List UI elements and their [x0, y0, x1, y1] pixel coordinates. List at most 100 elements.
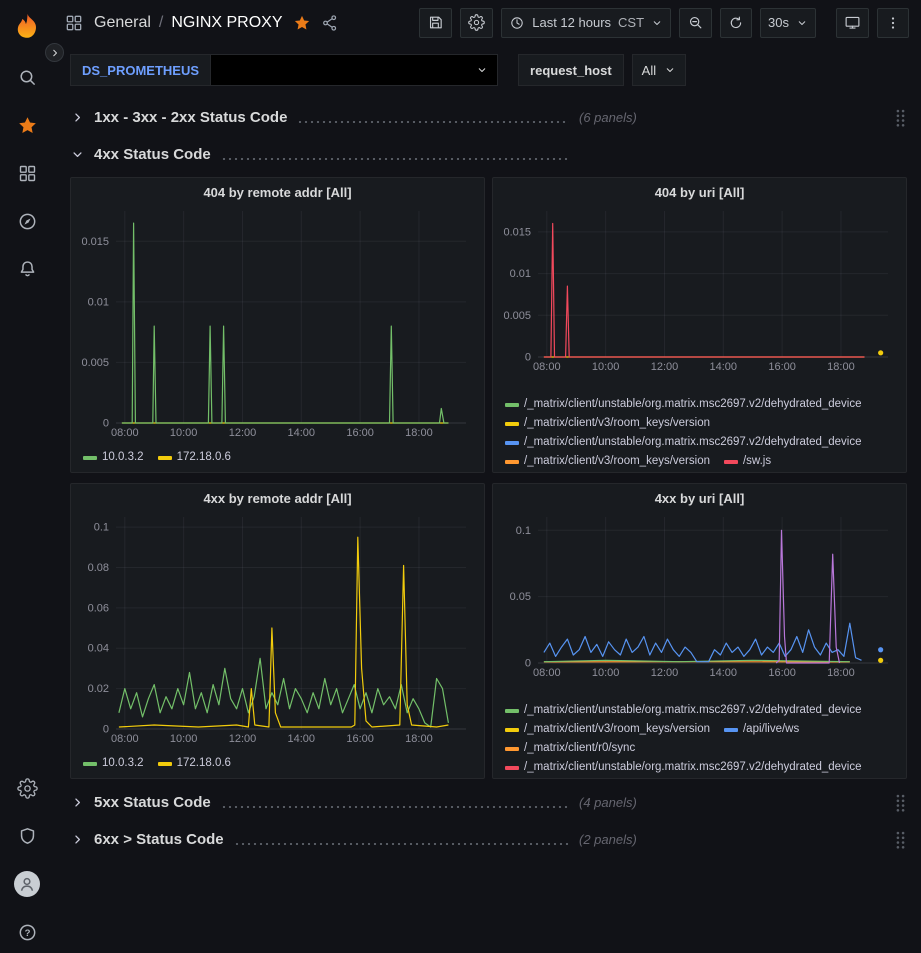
svg-text:0.04: 0.04 [87, 643, 108, 655]
dashboard-title[interactable]: NGINX PROXY [171, 14, 282, 32]
panel-count: (6 panels) [579, 110, 637, 125]
dashboard-row-1xx-3xx-2xx[interactable]: 1xx - 3xx - 2xx Status Code (6 panels) [70, 103, 907, 131]
grafana-logo[interactable] [9, 9, 45, 45]
panel-title[interactable]: 404 by remote addr [All] [71, 178, 484, 201]
chevron-down-icon [70, 147, 94, 162]
breadcrumb-section[interactable]: General [94, 14, 151, 32]
svg-text:12:00: 12:00 [228, 427, 256, 439]
legend-item[interactable]: /_matrix/client/v3/room_keys/version [505, 721, 710, 738]
panel-title[interactable]: 4xx by remote addr [All] [71, 484, 484, 507]
chevron-down-icon [796, 17, 808, 29]
grafana-flame-icon [11, 11, 43, 43]
apps-icon[interactable] [64, 13, 84, 33]
dashboard-row-4xx[interactable]: 4xx Status Code [70, 140, 907, 168]
sidebar-item-dashboards[interactable] [13, 162, 41, 184]
svg-text:0.08: 0.08 [87, 562, 108, 574]
chevron-right-icon [70, 110, 94, 125]
chevron-down-icon [476, 64, 488, 76]
favorite-star-icon[interactable] [293, 14, 311, 32]
svg-text:18:00: 18:00 [405, 733, 433, 745]
svg-text:14:00: 14:00 [709, 361, 737, 373]
svg-text:14:00: 14:00 [709, 667, 737, 679]
legend-item[interactable]: /_matrix/client/unstable/org.matrix.msc2… [505, 702, 862, 719]
svg-text:0.06: 0.06 [87, 602, 108, 614]
dashboard-row-5xx[interactable]: 5xx Status Code (4 panels) [70, 788, 907, 816]
chart-404-by-uri[interactable]: 08:0010:0012:0014:0016:0018:0000.0050.01… [502, 203, 898, 373]
svg-text:08:00: 08:00 [111, 427, 139, 439]
chart-4xx-by-remote-addr[interactable]: 08:0010:0012:0014:0016:0018:0000.020.040… [80, 509, 476, 745]
request-host-select[interactable]: All [632, 54, 686, 86]
legend-item[interactable]: 10.0.3.2 [83, 449, 144, 466]
legend-swatch [724, 728, 738, 732]
svg-text:0.01: 0.01 [509, 268, 530, 280]
sidebar-item-starred[interactable] [13, 114, 41, 136]
dashboard-body: 1xx - 3xx - 2xx Status Code (6 panels) 4… [54, 94, 921, 953]
panel-title[interactable]: 404 by uri [All] [493, 178, 906, 201]
sidebar-item-explore[interactable] [13, 210, 41, 232]
legend-swatch [83, 762, 97, 766]
svg-text:0: 0 [524, 352, 530, 364]
legend-item[interactable]: /api/live/ws [724, 721, 799, 738]
braille-dots-icon [894, 793, 907, 812]
sidebar-item-server-admin[interactable] [13, 825, 41, 847]
row-drag-handle[interactable] [894, 830, 907, 849]
legend-swatch [505, 460, 519, 464]
kebab-menu-button[interactable] [877, 8, 909, 38]
legend-swatch [505, 728, 519, 732]
legend-item[interactable]: 10.0.3.2 [83, 755, 144, 772]
legend-item[interactable]: 172.18.0.6 [158, 449, 231, 466]
dashboard-toolbar: Last 12 hours CST 30s [419, 8, 909, 38]
legend-swatch [505, 766, 519, 770]
svg-text:12:00: 12:00 [650, 361, 678, 373]
legend-item[interactable]: /_matrix/client/unstable/org.matrix.msc2… [505, 759, 862, 776]
monitor-icon [844, 14, 861, 31]
save-dashboard-button[interactable] [419, 8, 452, 38]
share-icon[interactable] [321, 14, 339, 32]
sidebar-item-configuration[interactable] [13, 777, 41, 799]
legend-label: /api/live/ws [743, 721, 799, 738]
leader-dots [221, 158, 569, 160]
grafana-app: General / NGINX PROXY Last 12 hours CST [0, 0, 921, 953]
refresh-button[interactable] [720, 8, 752, 38]
chevron-right-icon [70, 832, 94, 847]
refresh-interval-button[interactable]: 30s [760, 8, 816, 38]
legend-label: /_matrix/client/v3/room_keys/version [524, 721, 710, 738]
legend-item[interactable]: 172.18.0.6 [158, 755, 231, 772]
sidebar-item-alerting[interactable] [13, 258, 41, 280]
floppy-icon [427, 14, 444, 31]
tv-mode-button[interactable] [836, 8, 869, 38]
dashboard-row-6xx[interactable]: 6xx > Status Code (2 panels) [70, 825, 907, 853]
zoom-out-button[interactable] [679, 8, 712, 38]
chart-4xx-by-uri[interactable]: 08:0010:0012:0014:0016:0018:0000.050.1 [502, 509, 898, 679]
leader-dots [297, 121, 569, 123]
legend-item[interactable]: /_matrix/client/unstable/org.matrix.msc2… [505, 396, 862, 413]
panel-count: (4 panels) [579, 795, 637, 810]
legend-label: /_matrix/client/v3/room_keys/version [524, 415, 710, 432]
svg-text:0.1: 0.1 [515, 525, 530, 537]
time-picker-button[interactable]: Last 12 hours CST [501, 8, 671, 38]
legend-item[interactable]: /sw.js [724, 453, 771, 470]
sidebar [0, 0, 54, 953]
row-drag-handle[interactable] [894, 793, 907, 812]
sidebar-item-profile[interactable] [13, 873, 41, 895]
chart-legend: 10.0.3.2 172.18.0.6 [71, 447, 484, 472]
dashboard-settings-button[interactable] [460, 8, 493, 38]
panel-404-by-uri: 404 by uri [All] 08:0010:0012:0014:0016:… [492, 177, 907, 473]
sidebar-item-help[interactable] [13, 921, 41, 943]
sidebar-item-search[interactable] [13, 66, 41, 88]
legend-item[interactable]: /_matrix/client/v3/room_keys/version [505, 453, 710, 470]
sidebar-expand-button[interactable] [45, 43, 64, 62]
magnifier-minus-icon [687, 14, 704, 31]
row-drag-handle[interactable] [894, 108, 907, 127]
chevron-right-icon [70, 795, 94, 810]
datasource-select[interactable] [211, 54, 498, 86]
legend-item[interactable]: /_matrix/client/unstable/org.matrix.msc2… [505, 434, 862, 451]
row-title: 4xx Status Code [94, 146, 211, 163]
breadcrumb: General / NGINX PROXY [94, 14, 283, 32]
legend-label: /_matrix/client/unstable/org.matrix.msc2… [524, 434, 862, 451]
legend-item[interactable]: /_matrix/client/v3/room_keys/version [505, 415, 710, 432]
svg-text:0.005: 0.005 [81, 357, 109, 369]
chart-404-by-remote-addr[interactable]: 08:0010:0012:0014:0016:0018:0000.0050.01… [80, 203, 476, 439]
panel-title[interactable]: 4xx by uri [All] [493, 484, 906, 507]
legend-item[interactable]: /_matrix/client/r0/sync [505, 740, 635, 757]
